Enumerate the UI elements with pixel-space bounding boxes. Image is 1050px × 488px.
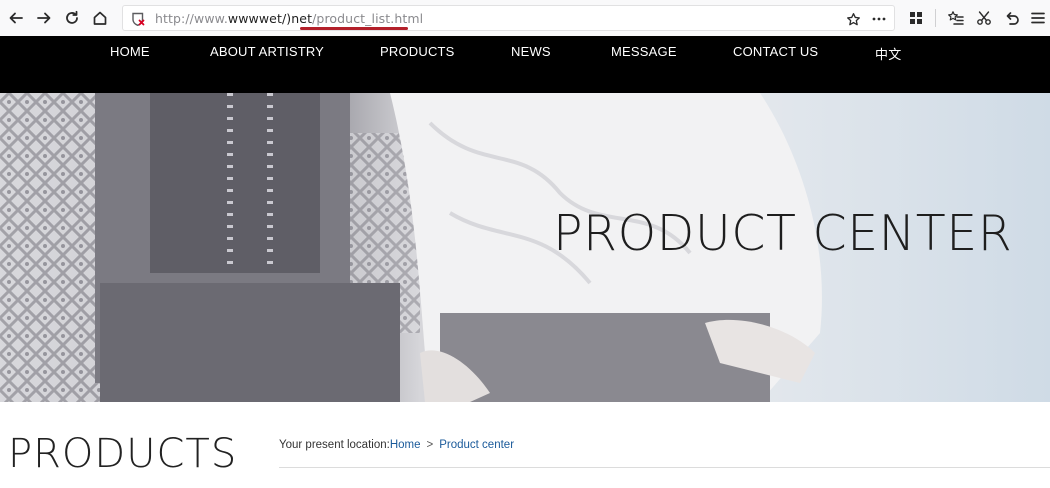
nav-item-products[interactable]: PRODUCTS (380, 44, 455, 59)
reading-list-icon (948, 11, 964, 25)
screenshot-button[interactable] (971, 5, 997, 31)
breadcrumb-product-center-link[interactable]: Product center (439, 439, 514, 451)
nav-item-contact-us[interactable]: CONTACT US (733, 44, 818, 59)
url-prefix: http://www. (155, 11, 228, 26)
hero-title: PRODUCT CENTER (553, 205, 1013, 262)
address-bar[interactable]: http://www.wwwwet/)net/product_list.html (122, 5, 895, 31)
more-actions-button[interactable] (869, 11, 889, 27)
products-heading: PRODUCTS (8, 431, 238, 477)
site-navigation: HOME ABOUT ARTISTRY PRODUCTS NEWS MESSAG… (0, 36, 1050, 93)
insecure-shield-icon[interactable] (130, 11, 146, 27)
url-path-underline (300, 27, 408, 30)
apps-grid-button[interactable] (903, 5, 929, 31)
toolbar-separator (935, 9, 936, 27)
nav-item-chinese[interactable]: 中文 (875, 44, 901, 63)
back-icon (9, 12, 23, 24)
reload-icon (66, 10, 78, 24)
undo-button[interactable] (999, 5, 1025, 31)
reading-list-button[interactable] (943, 5, 969, 31)
screenshot-icon (977, 11, 991, 25)
browser-toolbar: http://www.wwwwet/)net/product_list.html (0, 0, 1050, 36)
breadcrumb-separator: > (426, 439, 434, 451)
url-text[interactable]: http://www.wwwwet/)net/product_list.html (155, 11, 423, 26)
menu-icon (1031, 12, 1045, 24)
location-label: Your present location: (279, 439, 390, 451)
forward-icon (37, 12, 51, 24)
undo-icon (1006, 12, 1019, 25)
more-icon (872, 17, 886, 21)
hero-banner: PRODUCT CENTER (0, 93, 1050, 402)
bookmark-star-icon (846, 12, 860, 25)
nav-item-about-artistry[interactable]: ABOUT ARTISTRY (210, 44, 324, 59)
home-button[interactable] (87, 5, 113, 31)
nav-item-home[interactable]: HOME (110, 44, 150, 59)
url-path: /product_list.html (312, 11, 424, 26)
nav-item-message[interactable]: MESSAGE (611, 44, 677, 59)
home-icon (93, 11, 107, 25)
bookmark-star-button[interactable] (843, 11, 863, 27)
breadcrumb: Your present location:Home > Product cente… (279, 439, 514, 451)
nav-item-news[interactable]: NEWS (511, 44, 551, 59)
menu-button[interactable] (1025, 5, 1050, 31)
back-button[interactable] (3, 5, 29, 31)
url-host: wwwwet (227, 11, 282, 26)
url-mid: /)net (281, 11, 313, 26)
reload-button[interactable] (59, 5, 85, 31)
apps-grid-icon (910, 12, 922, 24)
breadcrumb-home-link[interactable]: Home (390, 439, 421, 451)
content-divider (279, 467, 1050, 468)
forward-button[interactable] (31, 5, 57, 31)
